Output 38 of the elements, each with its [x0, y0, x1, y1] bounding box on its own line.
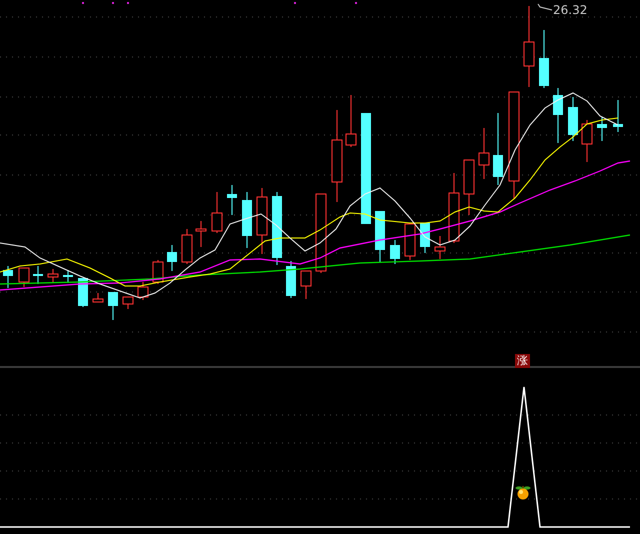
candlestick — [108, 292, 118, 320]
candlestick — [434, 236, 446, 260]
candlestick — [196, 220, 206, 248]
candlestick — [33, 266, 43, 284]
candlestick — [242, 192, 252, 248]
candlestick — [92, 292, 104, 302]
rise-marker-badge: 涨 — [515, 354, 530, 368]
candlestick — [375, 210, 385, 262]
candlestick — [404, 224, 416, 260]
candlestick — [48, 268, 58, 284]
candlestick — [346, 94, 356, 148]
candlestick — [553, 88, 563, 144]
candlestick — [63, 270, 73, 284]
candlestick — [390, 240, 400, 264]
candlestick — [613, 100, 623, 132]
candlestick — [167, 244, 177, 272]
candlestick — [212, 192, 222, 234]
candlestick — [568, 96, 578, 142]
candlestick — [3, 266, 13, 288]
candlestick — [18, 268, 30, 288]
candlestick — [448, 172, 460, 244]
candlestick — [300, 270, 312, 300]
fruit-icon — [516, 486, 530, 500]
candlestick — [138, 282, 148, 300]
candlestick — [286, 260, 296, 298]
candlestick — [122, 296, 134, 310]
candlestick — [78, 278, 88, 308]
candlestick — [582, 120, 592, 162]
candlestick — [597, 116, 607, 142]
candlestick — [227, 184, 237, 216]
candlestick — [539, 30, 549, 88]
candlestick — [152, 260, 164, 284]
candlestick — [464, 160, 474, 216]
candlestick — [182, 228, 192, 264]
candlestick — [256, 188, 268, 254]
high-price-label: 26.32 — [553, 3, 588, 17]
leader-line — [538, 4, 552, 10]
candlestick — [478, 128, 490, 180]
